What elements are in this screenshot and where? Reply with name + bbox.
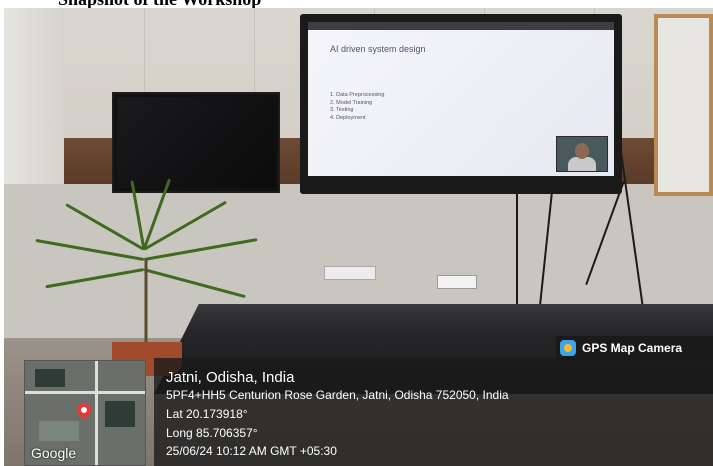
longitude: Long 85.706357°	[166, 426, 258, 440]
video-call-tile	[556, 136, 608, 172]
gps-map-camera-icon	[560, 340, 576, 356]
agenda-item: 2. Model Training	[330, 99, 373, 106]
timestamp: 25/06/24 10:12 AM GMT +05:30	[166, 444, 337, 458]
place-name: Jatni, Odisha, India	[166, 369, 295, 386]
agenda-item: 4. Deployment	[330, 114, 366, 121]
workshop-photo: AI driven system design 1. Data Preproce…	[4, 8, 713, 466]
agenda-item: 3. Testing	[330, 107, 354, 113]
latitude: Lat 20.173918°	[166, 407, 248, 421]
caption-text: Snapshot of the Workshop	[58, 0, 261, 8]
badge-label: GPS Map Camera	[582, 341, 683, 355]
map-thumbnail: Google	[24, 360, 146, 466]
address: 5PF4+HH5 Centurion Rose Garden, Jatni, O…	[166, 388, 509, 402]
power-socket	[437, 275, 477, 289]
wall-frame	[654, 14, 713, 196]
caption-strip: Snapshot of the Workshop	[0, 0, 713, 8]
location-pin-icon	[74, 400, 94, 420]
presentation-slide: AI driven system design 1. Data Preproce…	[308, 22, 614, 176]
agenda-list: 1. Data Preprocessing 2. Model Training …	[330, 92, 384, 122]
small-tv	[112, 92, 280, 193]
google-logo: Google	[31, 445, 77, 461]
slide-toolbar	[308, 22, 614, 30]
agenda-item: 1. Data Preprocessing	[330, 92, 385, 98]
display-screen: AI driven system design 1. Data Preproce…	[300, 14, 622, 194]
slide-title: AI driven system design	[330, 44, 426, 54]
switch-plate	[324, 266, 376, 280]
gps-map-camera-badge: GPS Map Camera	[556, 336, 713, 360]
